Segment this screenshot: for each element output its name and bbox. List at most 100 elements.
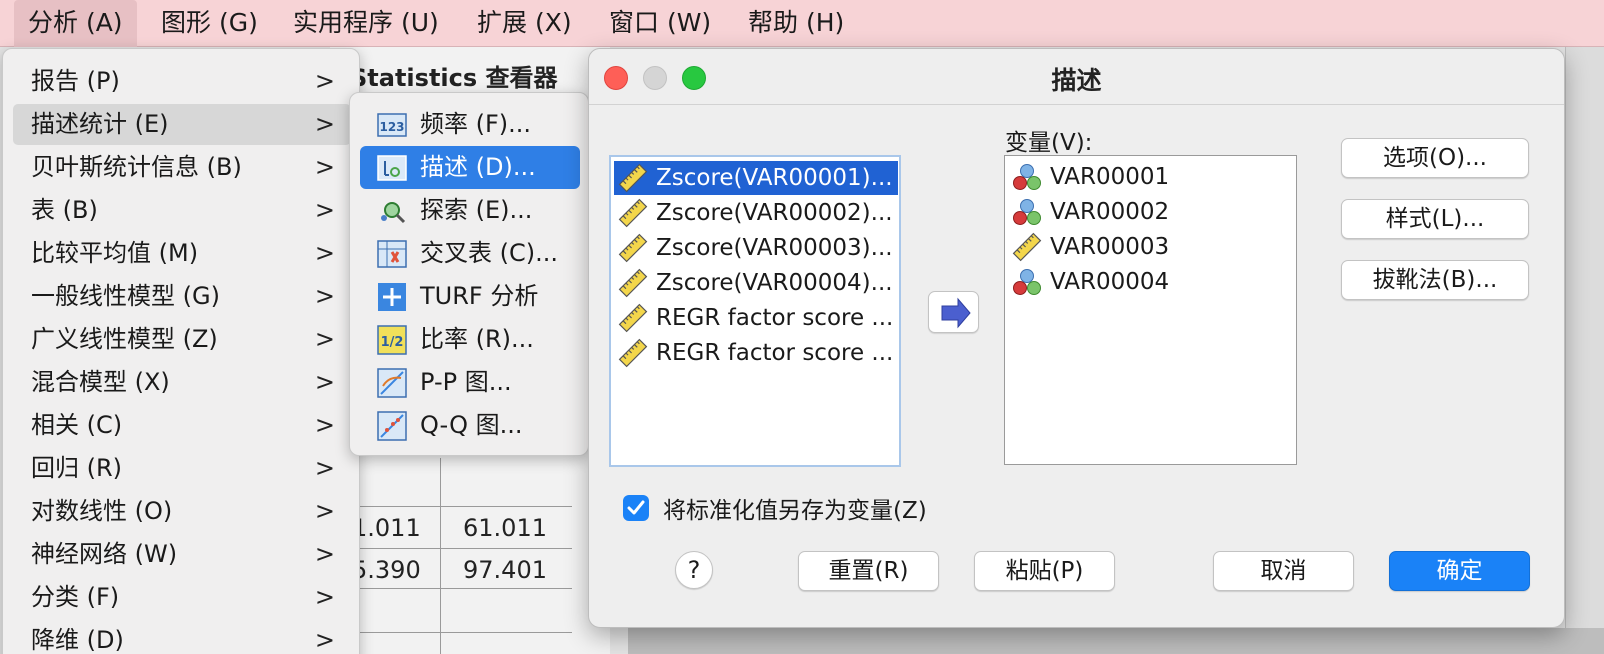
menu-item-bayesian[interactable]: 贝叶斯统计信息 (B) >: [13, 147, 351, 188]
bootstrap-button[interactable]: 拔靴法(B)...: [1341, 260, 1529, 300]
menu-item-classify[interactable]: 分类 (F) >: [13, 577, 351, 618]
menu-utilities[interactable]: 实用程序 (U): [279, 0, 453, 47]
chevron-right-icon: >: [314, 583, 335, 611]
scale-icon: [618, 303, 648, 333]
menu-bar: 分析 (A) 图形 (G) 实用程序 (U) 扩展 (X) 窗口 (W) 帮助 …: [0, 0, 1604, 47]
list-item[interactable]: VAR00003: [1008, 230, 1293, 264]
chevron-right-icon: >: [314, 67, 335, 95]
viewer-scroll-strip: [1565, 47, 1604, 654]
table-rule: [440, 458, 441, 654]
menu-item-compare-means[interactable]: 比较平均值 (M) >: [13, 233, 351, 274]
menu-analyze[interactable]: 分析 (A): [14, 0, 137, 47]
menu-extensions[interactable]: 扩展 (X): [463, 0, 586, 47]
target-variable-list[interactable]: VAR00001 VAR00002 VAR00003 VAR00004: [1004, 155, 1297, 465]
menu-item-mixed-models[interactable]: 混合模型 (X) >: [13, 362, 351, 403]
chevron-right-icon: >: [314, 454, 335, 482]
chevron-right-icon: >: [314, 110, 335, 138]
list-item[interactable]: Zscore(VAR00003)...: [614, 231, 898, 265]
chevron-right-icon: >: [314, 153, 335, 181]
list-item[interactable]: Zscore(VAR00002)...: [614, 196, 898, 230]
pp-plot-icon: [377, 368, 407, 398]
menu-item-reports[interactable]: 报告 (P) >: [13, 61, 351, 102]
analyze-menu: 报告 (P) > 描述统计 (E) > 贝叶斯统计信息 (B) > 表 (B) > 比较…: [2, 48, 360, 654]
list-item[interactable]: VAR00004: [1008, 265, 1293, 299]
data-grid-strip: [628, 628, 1604, 654]
paste-button[interactable]: 粘贴(P): [974, 551, 1115, 591]
viewer-title: Statistics 查看器: [350, 64, 558, 92]
submenu-item-crosstabs[interactable]: 交叉表 (C)...: [360, 232, 580, 275]
scale-icon: [1012, 232, 1042, 262]
cancel-button[interactable]: 取消: [1213, 551, 1354, 591]
menu-item-general-linear-model[interactable]: 一般线性模型 (G) >: [13, 276, 351, 317]
table-cell: 61.011: [463, 514, 547, 542]
chevron-right-icon: >: [314, 196, 335, 224]
svg-text:123: 123: [379, 120, 404, 134]
submenu-item-qq-plot[interactable]: Q-Q 图...: [360, 404, 580, 447]
ok-button[interactable]: 确定: [1389, 551, 1530, 591]
list-item[interactable]: Zscore(VAR00004)...: [614, 266, 898, 300]
scale-icon: [618, 338, 648, 368]
list-item[interactable]: Zscore(VAR00001)...: [614, 161, 898, 195]
table-rule: [330, 632, 572, 633]
crosstabs-icon: [377, 240, 407, 268]
nominal-icon: [1013, 269, 1041, 295]
list-item[interactable]: REGR factor score ...: [614, 336, 898, 370]
chevron-right-icon: >: [314, 239, 335, 267]
menu-graphs[interactable]: 图形 (G): [147, 0, 272, 47]
checkmark-icon: [627, 500, 645, 515]
scale-icon: [618, 163, 648, 193]
menu-item-neural-networks[interactable]: 神经网络 (W) >: [13, 534, 351, 575]
menu-item-dimension-reduction[interactable]: 降维 (D) >: [13, 620, 351, 654]
nominal-icon: [1013, 199, 1041, 225]
menu-item-regression[interactable]: 回归 (R) >: [13, 448, 351, 489]
chevron-right-icon: >: [314, 368, 335, 396]
save-standardized-label: 将标准化值另存为变量(Z): [663, 498, 927, 524]
nominal-icon: [1013, 164, 1041, 190]
submenu-item-pp-plot[interactable]: P-P 图...: [360, 361, 580, 404]
source-variable-list[interactable]: Zscore(VAR00001)... Zscore(VAR00002)... …: [609, 155, 901, 467]
menu-item-correlate[interactable]: 相关 (C) >: [13, 405, 351, 446]
scale-icon: [618, 268, 648, 298]
submenu-item-frequencies[interactable]: 123 频率 (F)...: [360, 103, 580, 146]
move-to-variables-button[interactable]: [928, 291, 979, 333]
qq-plot-icon: [377, 411, 407, 441]
help-button[interactable]: ?: [675, 551, 713, 589]
reset-button[interactable]: 重置(R): [798, 551, 939, 591]
chevron-right-icon: >: [314, 325, 335, 353]
chevron-right-icon: >: [314, 411, 335, 439]
chevron-right-icon: >: [314, 540, 335, 568]
turf-icon: [378, 283, 406, 311]
table-cell: 1.011: [352, 514, 421, 542]
options-button[interactable]: 选项(O)...: [1341, 138, 1529, 178]
submenu-item-explore[interactable]: 探索 (E)...: [360, 189, 580, 232]
chevron-right-icon: >: [314, 282, 335, 310]
menu-item-loglinear[interactable]: 对数线性 (O) >: [13, 491, 351, 532]
style-button[interactable]: 样式(L)...: [1341, 199, 1529, 239]
svg-text:1/2: 1/2: [381, 335, 404, 350]
save-standardized-checkbox[interactable]: [623, 495, 649, 521]
arrow-right-icon: [941, 297, 971, 329]
dialog-title: 描述: [1051, 66, 1102, 95]
ratio-icon: 1/2: [377, 325, 407, 355]
descriptives-icon: [377, 155, 407, 181]
menu-item-tables[interactable]: 表 (B) >: [13, 190, 351, 231]
menu-item-generalized-linear-model[interactable]: 广义线性模型 (Z) >: [13, 319, 351, 360]
submenu-item-turf[interactable]: TURF 分析: [360, 275, 580, 318]
chevron-right-icon: >: [314, 497, 335, 525]
variables-label: 变量(V):: [1005, 130, 1093, 156]
menu-item-descriptive-statistics[interactable]: 描述统计 (E) >: [13, 104, 351, 145]
dialog-title-bar: 描述: [589, 49, 1564, 105]
descriptive-statistics-submenu: 123 频率 (F)... 描述 (D)... 探索 (E)... 交叉表 (C…: [349, 92, 589, 456]
list-item[interactable]: REGR factor score ...: [614, 301, 898, 335]
scale-icon: [618, 233, 648, 263]
submenu-item-ratio[interactable]: 1/2 比率 (R)...: [360, 318, 580, 361]
chevron-right-icon: >: [314, 626, 335, 654]
explore-icon: [381, 202, 406, 224]
menu-window[interactable]: 窗口 (W): [595, 0, 725, 47]
list-item[interactable]: VAR00002: [1008, 195, 1293, 229]
descriptives-dialog: 描述 Zscore(VAR00001)... Zscore(VAR00002).…: [588, 48, 1565, 628]
submenu-item-descriptives[interactable]: 描述 (D)...: [360, 146, 580, 189]
menu-help[interactable]: 帮助 (H): [734, 0, 858, 47]
table-rule: [330, 588, 572, 589]
list-item[interactable]: VAR00001: [1008, 160, 1293, 194]
